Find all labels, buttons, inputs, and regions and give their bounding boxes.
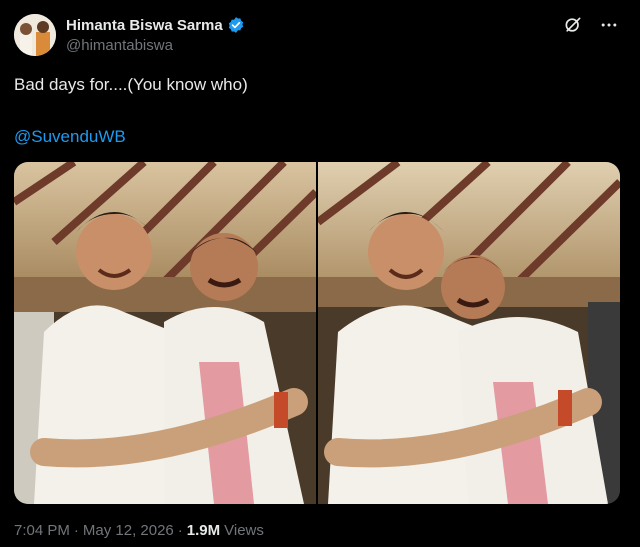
meta-separator: · [73, 522, 79, 539]
mention-link[interactable]: @SuvenduWB [14, 127, 126, 147]
tweet-card: Himanta Biswa Sarma @himantabiswa Bad da… [0, 0, 640, 547]
tweet-time[interactable]: 7:04 PM [14, 522, 70, 539]
more-icon[interactable] [598, 14, 620, 36]
author-handle[interactable]: @himantabiswa [66, 37, 173, 54]
author-avatar[interactable] [14, 14, 56, 56]
views-label: Views [224, 522, 264, 539]
verified-badge-icon [227, 16, 245, 34]
meta-separator: · [177, 522, 183, 539]
grok-icon[interactable] [562, 14, 584, 36]
media-grid [14, 162, 620, 504]
tweet-photo[interactable] [14, 162, 316, 504]
tweet-text: Bad days for....(You know who) [14, 75, 248, 94]
views-count: 1.9M [186, 522, 221, 539]
tweet-date[interactable]: May 12, 2026 [83, 522, 174, 539]
author-display-name[interactable]: Himanta Biswa Sarma [66, 17, 223, 34]
tweet-photo[interactable] [318, 162, 620, 504]
